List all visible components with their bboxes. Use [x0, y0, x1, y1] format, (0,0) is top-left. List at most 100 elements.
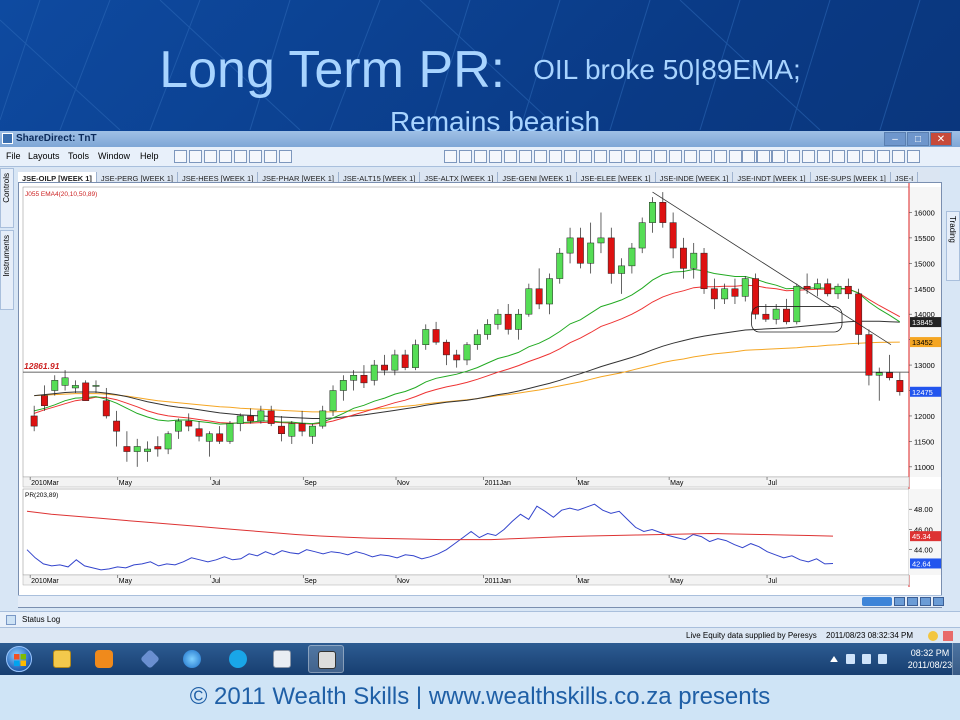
toolbar-tool-icon[interactable]	[714, 150, 727, 163]
chart-tab[interactable]: JSE-I	[891, 172, 919, 182]
time-tick-label: 2011Jan	[485, 480, 511, 487]
toolbar-tool-icon[interactable]	[534, 150, 547, 163]
toolbar-tool-icon[interactable]	[847, 150, 860, 163]
toolbar-tool-icon[interactable]	[817, 150, 830, 163]
toolbar-tool-icon[interactable]	[832, 150, 845, 163]
show-desktop-button[interactable]	[952, 643, 960, 675]
toolbar-tool-icon[interactable]	[444, 150, 457, 163]
toolbar-tool-icon[interactable]	[564, 150, 577, 163]
window-titlebar[interactable]: ShareDirect: TnT – □ ✕	[0, 131, 960, 147]
toolbar-tool-icon[interactable]	[609, 150, 622, 163]
toolbar-tool-icon[interactable]	[669, 150, 682, 163]
chart-tab[interactable]: JSE-PERG [WEEK 1]	[97, 172, 178, 182]
toolbar-tool-icon[interactable]	[264, 150, 277, 163]
chart-tab[interactable]: JSE-INDE [WEEK 1]	[656, 172, 734, 182]
explorer-icon[interactable]	[44, 645, 80, 673]
scrollbar-thumb[interactable]	[862, 597, 892, 606]
help-icon[interactable]	[928, 631, 938, 641]
toolbar-tool-icon[interactable]	[624, 150, 637, 163]
candle-body	[494, 313, 502, 325]
toolbar-tool-icon[interactable]	[684, 150, 697, 163]
toolbar-tool-icon[interactable]	[787, 150, 800, 163]
chart-tab[interactable]: JSE-ALT15 [WEEK 1]	[339, 172, 421, 182]
toolbar-tool-icon[interactable]	[892, 150, 905, 163]
toolbar-tool-icon[interactable]	[579, 150, 592, 163]
toolbar-tool-icon[interactable]	[249, 150, 262, 163]
scroll-left-button[interactable]	[894, 597, 905, 606]
taskbar-clock[interactable]: 08:32 PM 2011/08/23	[900, 647, 960, 671]
toolbar-tool-icon[interactable]	[204, 150, 217, 163]
toolbar-tool-icon[interactable]	[234, 150, 247, 163]
toolbar-tool-icon[interactable]	[862, 150, 875, 163]
zoom-out-button[interactable]	[920, 597, 931, 606]
notification-icon[interactable]	[943, 631, 953, 641]
toolbar-tool-icon[interactable]	[594, 150, 607, 163]
toolbar-tool-icon[interactable]	[549, 150, 562, 163]
side-tab-trading[interactable]: Trading	[946, 211, 960, 281]
tray-network-icon[interactable]	[862, 654, 871, 664]
start-orb[interactable]	[6, 646, 32, 672]
toolbar-tool-icon[interactable]	[174, 150, 187, 163]
skype-icon[interactable]	[220, 645, 256, 673]
toolbar-tool-icon[interactable]	[654, 150, 667, 163]
chart-tab[interactable]: JSE-OILP [WEEK 1]	[18, 172, 97, 182]
chart-tab[interactable]: JSE-SUPS [WEEK 1]	[811, 172, 891, 182]
chart-tab[interactable]: JSE-ALTX [WEEK 1]	[420, 172, 499, 182]
chart-tab[interactable]: JSE-GENI [WEEK 1]	[498, 172, 577, 182]
toolbar-tool-icon[interactable]	[757, 150, 770, 163]
toolbar-tool-icon[interactable]	[504, 150, 517, 163]
toolbar-tool-icon[interactable]	[489, 150, 502, 163]
menu-file[interactable]: File	[6, 151, 21, 161]
toolbar-tool-icon[interactable]	[877, 150, 890, 163]
tools-icon[interactable]	[132, 645, 168, 673]
close-button[interactable]: ✕	[930, 132, 952, 146]
chart-tab[interactable]: JSE-ELEE [WEEK 1]	[577, 172, 656, 182]
tray-device-icon[interactable]	[846, 654, 855, 664]
toolbar-tool-icon[interactable]	[474, 150, 487, 163]
scroll-right-button[interactable]	[933, 597, 944, 606]
minimize-button[interactable]: –	[884, 132, 906, 146]
time-tick-label: Nov	[397, 480, 410, 487]
toolbar-tool-icon[interactable]	[772, 150, 785, 163]
toolbar-tool-icon[interactable]	[189, 150, 202, 163]
toolbar-tool-icon[interactable]	[729, 150, 742, 163]
side-tab-instruments[interactable]: Instruments	[0, 230, 14, 310]
status-datetime: 2011/08/23 08:32:34 PM	[826, 631, 914, 640]
price-tag-label: 13452	[912, 338, 933, 347]
tray-volume-icon[interactable]	[878, 654, 887, 664]
slide-title: Long Term PR: OIL broke 50|89EMA;	[0, 40, 960, 100]
candle-body	[556, 252, 564, 279]
tnt-icon[interactable]	[308, 645, 344, 673]
powerpoint-icon[interactable]	[264, 645, 300, 673]
chart-tab[interactable]: JSE-INDT [WEEK 1]	[733, 172, 811, 182]
toolbar-tool-icon[interactable]	[802, 150, 815, 163]
menu-layouts[interactable]: Layouts	[28, 151, 60, 161]
candle-body	[442, 341, 450, 356]
ie-icon[interactable]	[174, 645, 210, 673]
menu-tools[interactable]: Tools	[68, 151, 89, 161]
candle-body	[793, 285, 801, 323]
toolbar-tool-icon[interactable]	[279, 150, 292, 163]
toolbar-tool-icon[interactable]	[519, 150, 532, 163]
maximize-button[interactable]: □	[907, 132, 929, 146]
zoom-in-button[interactable]	[907, 597, 918, 606]
toolbar-tool-icon[interactable]	[459, 150, 472, 163]
toolbar-tool-icon[interactable]	[742, 150, 755, 163]
toolbar-tool-icon[interactable]	[639, 150, 652, 163]
price-chart[interactable]: 1100011500120001250013000135001400014500…	[19, 183, 943, 596]
toolbar-tool-icon[interactable]	[699, 150, 712, 163]
horizontal-scrollbar[interactable]	[18, 595, 944, 607]
toolbar-tool-icon[interactable]	[907, 150, 920, 163]
chart-tab[interactable]: JSE-HEES [WEEK 1]	[178, 172, 259, 182]
menu-help[interactable]: Help	[140, 151, 159, 161]
side-tab-controls[interactable]: Controls	[0, 168, 14, 228]
menu-window[interactable]: Window	[98, 151, 130, 161]
chart-area[interactable]: 1100011500120001250013000135001400014500…	[18, 182, 942, 608]
toolbar-tool-icon[interactable]	[219, 150, 232, 163]
media-player-icon[interactable]	[86, 645, 122, 673]
status-log-tab[interactable]: Status Log	[22, 615, 60, 624]
tray-expand-icon[interactable]	[830, 656, 838, 662]
menu-bar: File Layouts Tools Window Help	[0, 147, 960, 167]
candle-body	[257, 410, 265, 422]
chart-tab[interactable]: JSE-PHAR [WEEK 1]	[258, 172, 339, 182]
